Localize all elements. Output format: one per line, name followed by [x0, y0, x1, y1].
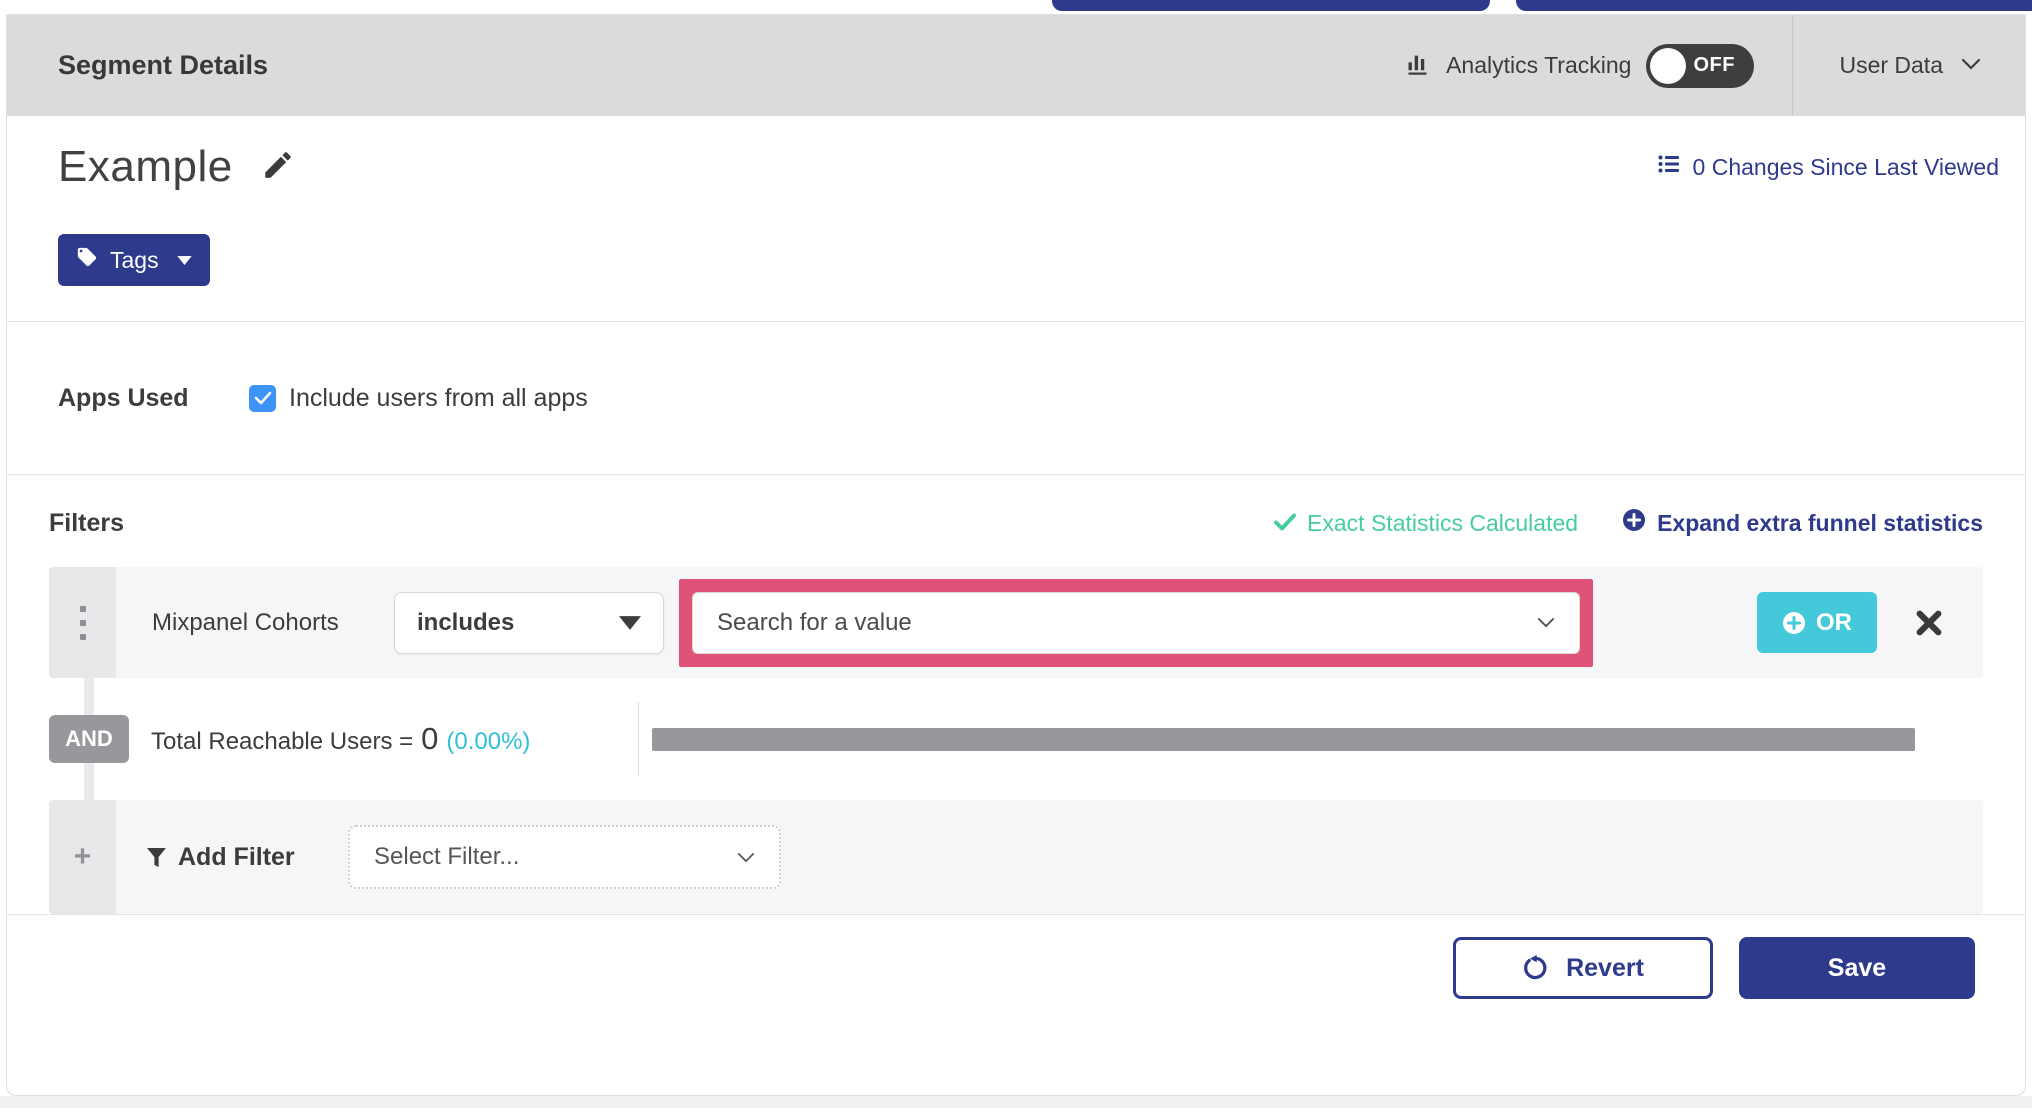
segment-details-page: Segment Details Analytics Tracking OFF U…: [0, 0, 2032, 1108]
page-title: Segment Details: [58, 50, 269, 80]
filters-status-links: Exact Statistics Calculated Expand extra…: [1274, 508, 1983, 538]
reachable-users-value: 0: [421, 721, 439, 756]
select-filter-placeholder: Select Filter...: [374, 843, 520, 870]
expand-funnel-statistics-label: Expand extra funnel statistics: [1657, 509, 1983, 536]
circle-plus-icon: [1782, 611, 1806, 635]
toggle-knob: [1650, 47, 1687, 84]
circle-plus-icon: [1622, 508, 1646, 538]
save-button[interactable]: Save: [1739, 937, 1975, 999]
funnel-icon: [146, 847, 167, 868]
segment-name: Example: [58, 142, 233, 191]
expand-funnel-statistics-link[interactable]: Expand extra funnel statistics: [1622, 508, 1983, 538]
select-filter-dropdown[interactable]: Select Filter...: [348, 825, 781, 889]
edit-pencil-icon[interactable]: [261, 148, 295, 187]
exact-statistics-status: Exact Statistics Calculated: [1274, 510, 1578, 537]
drag-dot: [79, 605, 86, 612]
reachable-users-bar: [652, 727, 1915, 751]
apps-used-label: Apps Used: [58, 383, 189, 412]
remove-filter-icon[interactable]: [1913, 607, 1945, 639]
add-filter-label-group: Add Filter: [146, 843, 326, 872]
apps-used-section: Apps Used Include users from all apps: [7, 321, 2025, 474]
segment-title-section: Example 0 Changes Since Last Viewed Tags: [7, 116, 2025, 321]
add-or-condition-button[interactable]: OR: [1757, 592, 1877, 653]
filters-section: Filters Exact Statistics Calculated Expa…: [7, 474, 2025, 914]
analytics-tracking-control: Analytics Tracking OFF: [1404, 43, 1792, 88]
filter-value-select[interactable]: Search for a value: [692, 591, 1580, 654]
filters-heading-row: Filters Exact Statistics Calculated Expa…: [49, 505, 1983, 541]
drag-dot: [79, 633, 86, 640]
filter-operator-value: includes: [417, 608, 515, 636]
page-background-strip: [0, 1096, 2032, 1108]
vertical-divider: [638, 702, 639, 776]
user-data-label: User Data: [1839, 52, 1943, 78]
and-badge: AND: [49, 715, 129, 763]
include-all-apps-label: Include users from all apps: [289, 383, 588, 412]
change-list-icon: [1656, 152, 1682, 182]
revert-arrow-icon: [1522, 954, 1550, 982]
user-data-dropdown[interactable]: User Data: [1793, 52, 2025, 79]
chevron-down-icon: [1537, 617, 1555, 628]
changes-since-last-viewed-link[interactable]: 0 Changes Since Last Viewed: [1656, 152, 1999, 182]
or-button-label: OR: [1816, 608, 1852, 636]
plus-icon: +: [73, 840, 92, 873]
chevron-down-icon: [1961, 57, 1981, 75]
tag-icon: [76, 246, 98, 274]
and-conjunction-row: AND Total Reachable Users = 0 (0.00%): [49, 678, 1983, 800]
header-controls: Analytics Tracking OFF User Data: [1404, 15, 2025, 116]
filter-row: Mixpanel Cohorts includes Search for a v…: [49, 567, 1983, 678]
drag-dot: [79, 619, 86, 626]
check-icon: [1274, 510, 1297, 537]
tags-button[interactable]: Tags: [58, 234, 210, 286]
segment-details-panel: Segment Details Analytics Tracking OFF U…: [6, 14, 2026, 1096]
exact-statistics-label: Exact Statistics Calculated: [1307, 509, 1579, 536]
add-filter-handle[interactable]: +: [49, 800, 116, 914]
reachable-users-text: Total Reachable Users = 0 (0.00%): [151, 721, 638, 757]
reachable-users-row: Total Reachable Users = 0 (0.00%): [151, 678, 1983, 800]
bar-chart-icon: [1404, 50, 1431, 82]
revert-button[interactable]: Revert: [1453, 937, 1713, 999]
caret-down-icon: [176, 255, 192, 265]
toggle-state-label: OFF: [1693, 54, 1735, 76]
tags-button-label: Tags: [110, 246, 159, 273]
caret-down-icon: [619, 615, 641, 630]
reachable-users-percent: (0.00%): [446, 728, 531, 755]
panel-header: Segment Details Analytics Tracking OFF U…: [7, 15, 2025, 116]
reachable-users-label: Total Reachable Users =: [151, 728, 414, 755]
filter-value-highlight-box: Search for a value: [679, 578, 1593, 667]
filter-operator-select[interactable]: includes: [394, 591, 664, 654]
filter-value-placeholder: Search for a value: [717, 608, 912, 636]
analytics-tracking-toggle[interactable]: OFF: [1646, 43, 1755, 88]
add-filter-label: Add Filter: [178, 842, 295, 871]
include-all-apps-checkbox[interactable]: [249, 384, 276, 412]
add-filter-row: + Add Filter Select Filter...: [49, 800, 1983, 914]
drag-handle[interactable]: [49, 567, 116, 678]
revert-button-label: Revert: [1566, 953, 1644, 982]
filter-field-name: Mixpanel Cohorts: [152, 608, 339, 636]
chevron-down-icon: [737, 852, 755, 863]
top-button-fragment-left[interactable]: [1052, 0, 1490, 11]
analytics-tracking-label: Analytics Tracking: [1446, 52, 1632, 78]
changes-link-label: 0 Changes Since Last Viewed: [1692, 153, 1999, 180]
action-footer: Revert Save: [7, 914, 2025, 1095]
top-button-fragment-right[interactable]: [1516, 0, 2032, 11]
filters-heading: Filters: [49, 508, 125, 537]
